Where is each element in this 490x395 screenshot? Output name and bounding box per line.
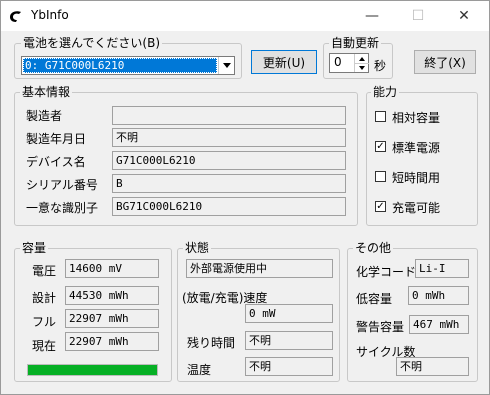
manufacturer-field bbox=[112, 106, 346, 125]
auto-refresh-label: 自動更新 bbox=[329, 36, 382, 50]
temperature-label: 温度 bbox=[187, 363, 212, 377]
auto-refresh-spinner[interactable]: 0 bbox=[329, 53, 369, 73]
title-bar[interactable]: YbInfo — ☐ ✕ bbox=[1, 1, 489, 31]
window-title: YbInfo bbox=[31, 8, 69, 22]
auto-refresh-value: 0 bbox=[334, 55, 342, 69]
temperature-field: 不明 bbox=[245, 357, 333, 376]
design-capacity-label: 設計 bbox=[32, 291, 57, 305]
rate-field: 0 mW bbox=[245, 304, 333, 323]
maximize-button[interactable]: ☐ bbox=[395, 1, 441, 31]
remaining-time-field: 不明 bbox=[245, 331, 333, 350]
unique-id-label: 一意な識別子 bbox=[26, 201, 99, 215]
refresh-button[interactable]: 更新(U) bbox=[251, 50, 317, 74]
low-capacity-field: 0 mWh bbox=[408, 286, 469, 305]
manufacture-date-label: 製造年月日 bbox=[26, 132, 87, 146]
spin-down-icon[interactable] bbox=[354, 63, 369, 72]
other-title: その他 bbox=[353, 241, 394, 255]
battery-select-label: 電池を選んでください(B) bbox=[21, 36, 162, 50]
rechargeable-label: 充電可能 bbox=[392, 201, 441, 215]
serial-number-label: シリアル番号 bbox=[26, 178, 98, 192]
standard-power-checkbox[interactable]: ✓ bbox=[375, 141, 386, 152]
voltage-label: 電圧 bbox=[32, 264, 57, 278]
exit-button[interactable]: 終了(X) bbox=[414, 50, 476, 74]
relative-capacity-checkbox[interactable] bbox=[375, 111, 386, 122]
current-capacity-field: 22907 mWh bbox=[65, 332, 159, 351]
capacity-title: 容量 bbox=[20, 241, 49, 255]
remaining-time-label: 残り時間 bbox=[187, 336, 236, 350]
basic-info-title: 基本情報 bbox=[20, 85, 73, 99]
battery-dropdown-value: 0: G71C000L6210 bbox=[23, 58, 217, 73]
device-name-field: G71C000L6210 bbox=[112, 151, 346, 170]
seconds-unit: 秒 bbox=[374, 59, 387, 73]
power-source-field: 外部電源使用中 bbox=[186, 259, 333, 278]
charge-progress-fill bbox=[28, 365, 157, 375]
short-term-label: 短時間用 bbox=[392, 171, 441, 185]
chevron-down-icon[interactable] bbox=[218, 57, 235, 74]
short-term-checkbox[interactable] bbox=[375, 171, 386, 182]
ybinfo-window: YbInfo — ☐ ✕ 電池を選んでください(B) 0: G71C000L62… bbox=[0, 0, 490, 395]
minimize-button[interactable]: — bbox=[349, 1, 395, 31]
warning-capacity-field: 467 mWh bbox=[409, 315, 469, 334]
capability-title: 能力 bbox=[371, 85, 400, 99]
chemistry-label: 化学コード bbox=[356, 265, 417, 279]
current-capacity-label: 現在 bbox=[32, 339, 57, 353]
full-capacity-label: フル bbox=[32, 315, 57, 329]
device-name-label: デバイス名 bbox=[26, 155, 86, 169]
battery-dropdown[interactable]: 0: G71C000L6210 bbox=[21, 56, 235, 75]
design-capacity-field: 44530 mWh bbox=[65, 286, 159, 305]
manufacture-date-field: 不明 bbox=[112, 128, 346, 147]
status-title: 状態 bbox=[183, 241, 212, 255]
unique-id-field: BG71C000L6210 bbox=[112, 197, 346, 216]
charge-progress-bar bbox=[27, 364, 158, 376]
warning-capacity-label: 警告容量 bbox=[356, 320, 405, 334]
rechargeable-checkbox[interactable]: ✓ bbox=[375, 201, 386, 212]
app-icon bbox=[10, 11, 21, 22]
manufacturer-label: 製造者 bbox=[26, 109, 63, 123]
close-button[interactable]: ✕ bbox=[441, 1, 487, 31]
standard-power-label: 標準電源 bbox=[392, 141, 441, 155]
cycle-count-field: 不明 bbox=[396, 357, 469, 376]
serial-number-field: B bbox=[112, 174, 346, 193]
full-capacity-field: 22907 mWh bbox=[65, 309, 159, 328]
voltage-field: 14600 mV bbox=[65, 259, 159, 278]
low-capacity-label: 低容量 bbox=[356, 292, 393, 306]
relative-capacity-label: 相対容量 bbox=[392, 111, 441, 125]
chemistry-field: Li-I bbox=[415, 259, 469, 278]
